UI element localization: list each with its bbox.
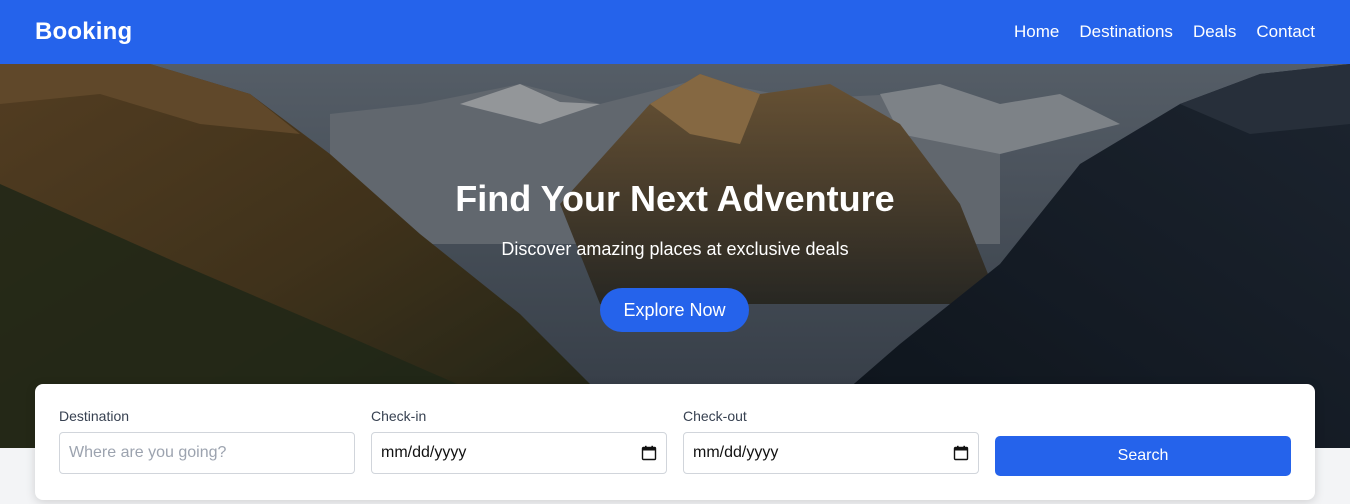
nav-links: Home Destinations Deals Contact: [1014, 22, 1315, 42]
checkout-date-value: mm/dd/yyyy: [693, 444, 779, 461]
nav-link-destinations[interactable]: Destinations: [1079, 22, 1173, 42]
destination-input[interactable]: Where are you going?: [59, 432, 355, 474]
checkout-date-input[interactable]: mm/dd/yyyy: [683, 432, 979, 474]
checkin-field-group: Check-in mm/dd/yyyy: [371, 408, 667, 474]
checkout-field-group: Check-out mm/dd/yyyy: [683, 408, 979, 474]
checkout-label: Check-out: [683, 408, 747, 424]
navbar: Booking Home Destinations Deals Contact: [0, 0, 1350, 64]
nav-link-deals[interactable]: Deals: [1193, 22, 1236, 42]
checkin-date-value: mm/dd/yyyy: [381, 444, 467, 461]
calendar-icon[interactable]: [641, 445, 657, 461]
destination-label: Destination: [59, 408, 130, 424]
hero-title: Find Your Next Adventure: [455, 178, 895, 219]
checkin-label: Check-in: [371, 408, 427, 424]
destination-placeholder: Where are you going?: [69, 444, 227, 461]
brand-logo[interactable]: Booking: [35, 18, 132, 46]
nav-link-contact[interactable]: Contact: [1256, 22, 1315, 42]
nav-link-home[interactable]: Home: [1014, 22, 1059, 42]
checkin-date-input[interactable]: mm/dd/yyyy: [371, 432, 667, 474]
calendar-icon[interactable]: [953, 445, 969, 461]
destination-field-group: Destination Where are you going?: [59, 408, 355, 474]
hero-subtitle: Discover amazing places at exclusive dea…: [501, 239, 849, 259]
search-card: Destination Where are you going? Check-i…: [35, 384, 1315, 500]
explore-now-button[interactable]: Explore Now: [600, 288, 749, 332]
search-button[interactable]: Search: [995, 436, 1291, 476]
